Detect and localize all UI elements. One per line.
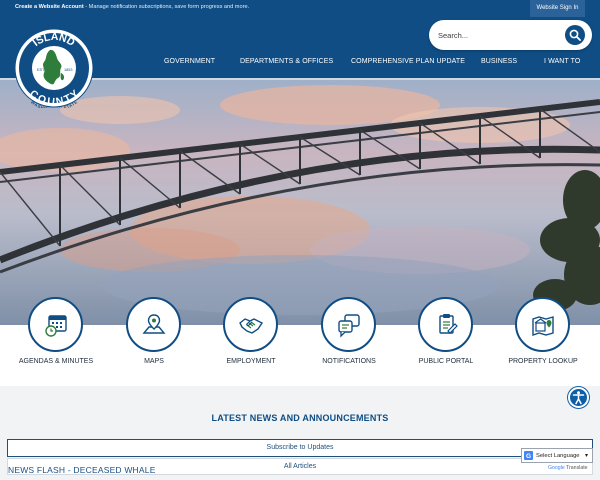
google-wordmark: Google [548,465,565,471]
logo-year-text: 1853 [64,68,72,72]
accessibility-button[interactable] [568,387,589,408]
quick-link-circle [515,297,570,352]
nav-government[interactable]: GOVERNMENT [164,58,215,72]
create-account-link[interactable]: Create a Website Account [15,4,84,10]
utility-bar: Create a Website Account - Manage notifi… [0,0,600,17]
quick-link-label: MAPS [144,358,164,365]
quick-link-label: AGENDAS & MINUTES [18,358,94,365]
quick-link-maps[interactable]: MAPS [105,297,203,377]
quick-link-label: EMPLOYMENT [226,358,276,365]
search-input[interactable] [438,27,558,43]
logo-est-text: EST. [37,68,45,72]
nav-i-want-to[interactable]: I WANT TO [544,58,580,72]
quick-link-circle [223,297,278,352]
chevron-down-icon: ▾ [585,453,589,459]
bridge-sunset-image [0,80,600,325]
quick-link-label: NOTIFICATIONS [322,358,376,365]
website-signin-button[interactable]: Website Sign In [530,0,585,17]
main-nav: GOVERNMENT DEPARTMENTS & OFFICES COMPREH… [150,58,600,72]
nav-comprehensive-plan-update[interactable]: COMPREHENSIVE PLAN UPDATE [351,58,465,72]
search-icon [569,29,581,41]
news-section-title: LATEST NEWS AND ANNOUNCEMENTS [211,413,389,423]
powered-by-google: Google Translate [548,465,588,471]
county-logo[interactable]: ISLAND COUNTY WASHINGTON STATE EST. 1853 [14,28,94,112]
svg-text:G: G [526,453,531,460]
handshake-icon [239,318,264,334]
account-description: - Manage notification subscriptions, sav… [83,4,250,10]
property-map-icon [532,316,554,336]
search-button[interactable] [565,25,585,45]
quick-link-notifications[interactable]: NOTIFICATIONS [300,297,398,377]
news-flash-headline[interactable]: NEWS FLASH - DECEASED WHALE [8,465,156,475]
translate-link[interactable]: Translate [566,465,587,471]
language-select-label: Select Language [536,452,580,459]
language-select[interactable]: G Select Language ▾ [521,448,593,463]
quick-link-circle [321,297,376,352]
search-box [429,20,592,50]
quick-link-employment[interactable]: EMPLOYMENT [202,297,300,377]
nav-business[interactable]: BUSINESS [481,58,517,72]
account-message: Create a Website Account - Manage notifi… [15,4,249,10]
quick-link-property-lookup[interactable]: PROPERTY LOOKUP [494,297,592,377]
accessibility-icon [572,391,585,405]
quick-link-public-portal[interactable]: PUBLIC PORTAL [397,297,495,377]
quick-link-circle [418,297,473,352]
quick-link-label: PUBLIC PORTAL [418,358,474,365]
quick-link-circle [28,297,83,352]
google-translate-icon: G [524,451,533,460]
hero-banner [0,80,600,325]
quick-link-circle [126,297,181,352]
nav-departments-offices[interactable]: DEPARTMENTS & OFFICES [240,58,333,72]
calendar-clock-icon [45,315,67,337]
document-portal-icon [439,314,458,334]
subscribe-to-updates-button[interactable]: Subscribe to Updates [7,439,593,457]
map-pin-icon [142,314,166,334]
quick-link-label: PROPERTY LOOKUP [508,358,578,365]
chat-bubbles-icon [338,314,360,338]
quick-link-agendas-minutes[interactable]: AGENDAS & MINUTES [7,297,105,377]
